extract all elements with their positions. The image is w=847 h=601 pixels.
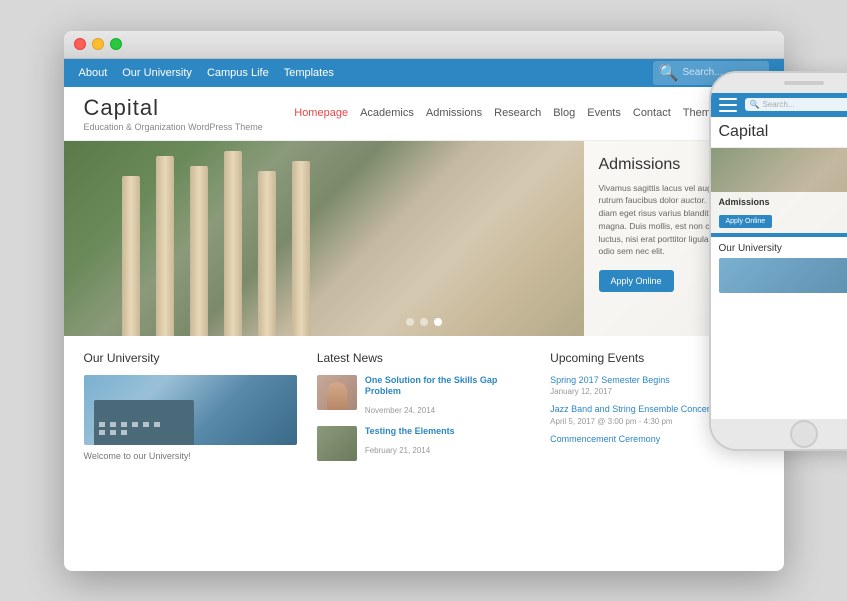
column-2 [156,156,174,336]
phone-outer: 🔍 Search... Capital Admiss [709,71,847,451]
admin-bar-campus[interactable]: Campus Life [207,67,269,79]
hero-dot-1[interactable] [406,318,414,326]
university-caption: Welcome to our University! [84,451,297,461]
our-university-section: Our University Welcome to our University… [84,351,297,501]
column-4 [224,151,242,336]
site-header: Capital Education & Organization WordPre… [64,87,784,141]
news-title-1[interactable]: One Solution for the Skills Gap Problem [365,375,530,398]
content-area: Our University Welcome to our University… [64,336,784,516]
phone-search-bar[interactable]: 🔍 Search... [745,98,847,111]
news-content-2: Testing the Elements February 21, 2014 [365,426,455,458]
phone-mockup: 🔍 Search... Capital Admiss [704,51,847,471]
news-item-1: One Solution for the Skills Gap Problem … [317,375,530,418]
hero-columns-decoration [114,146,514,336]
phone-section-title: Our University [719,243,847,254]
hero-dots [406,318,442,326]
phone-section-image [719,258,847,293]
apply-online-button[interactable]: Apply Online [599,270,674,292]
phone-our-university: Our University [711,237,847,299]
news-title-2[interactable]: Testing the Elements [365,426,455,438]
maximize-button[interactable] [110,38,122,50]
nav-homepage[interactable]: Homepage [294,107,348,119]
site-subtitle: Education & Organization WordPress Theme [84,122,263,132]
news-thumb-2 [317,426,357,461]
admin-bar-templates[interactable]: Templates [284,67,334,79]
column-1 [122,176,140,336]
close-button[interactable] [74,38,86,50]
news-content-1: One Solution for the Skills Gap Problem … [365,375,530,418]
nav-research[interactable]: Research [494,107,541,119]
minimize-button[interactable] [92,38,104,50]
phone-home-button[interactable] [790,420,818,448]
phone-apply-button[interactable]: Apply Online [719,215,773,228]
search-icon: 🔍 [659,63,679,83]
news-date-2: February 21, 2014 [365,446,430,455]
phone-search-placeholder: Search... [762,100,794,109]
column-6 [292,161,310,336]
our-university-heading: Our University [84,351,297,365]
university-image [84,375,297,445]
hero-dot-2[interactable] [420,318,428,326]
hero-section: Admissions Vivamus sagittis lacus vel au… [64,141,784,336]
nav-academics[interactable]: Academics [360,107,414,119]
phone-logo-bar: Capital [711,117,847,148]
phone-notch [711,73,847,93]
hero-dot-3[interactable] [434,318,442,326]
phone-menu-icon[interactable] [719,98,737,112]
building-windows [99,422,162,435]
menu-line-3 [719,110,737,112]
latest-news-section: Latest News One Solution for the Skills … [317,351,530,501]
main-nav: Homepage Academics Admissions Research B… [294,107,763,119]
nav-contact[interactable]: Contact [633,107,671,119]
latest-news-heading: Latest News [317,351,530,365]
column-5 [258,171,276,336]
site-title: Capital [84,95,263,121]
nav-admissions[interactable]: Admissions [426,107,482,119]
phone-hero: Admissions Apply Online [711,148,847,233]
admin-bar-about[interactable]: About [79,67,108,79]
menu-line-2 [719,104,737,106]
phone-top-bar: 🔍 Search... [711,93,847,117]
news-thumb-1 [317,375,357,410]
titlebar [64,31,784,59]
phone-hero-title: Admissions [719,197,847,207]
nav-events[interactable]: Events [587,107,621,119]
nav-blog[interactable]: Blog [553,107,575,119]
column-3 [190,166,208,336]
phone-bottom-bar [711,419,847,449]
menu-line-1 [719,98,737,100]
phone-site-title: Capital [719,123,769,141]
phone-screen: 🔍 Search... Capital Admiss [711,93,847,419]
browser-content: About Our University Campus Life Templat… [64,59,784,571]
news-item-2: Testing the Elements February 21, 2014 [317,426,530,461]
site-logo: Capital Education & Organization WordPre… [84,95,263,132]
news-date-1: November 24, 2014 [365,406,435,415]
admin-bar-university[interactable]: Our University [122,67,192,79]
phone-hero-overlay: Admissions Apply Online [711,192,847,233]
phone-speaker [784,81,824,85]
admin-bar: About Our University Campus Life Templat… [64,59,784,87]
phone-search-icon: 🔍 [750,100,760,109]
mac-window: About Our University Campus Life Templat… [64,31,784,571]
